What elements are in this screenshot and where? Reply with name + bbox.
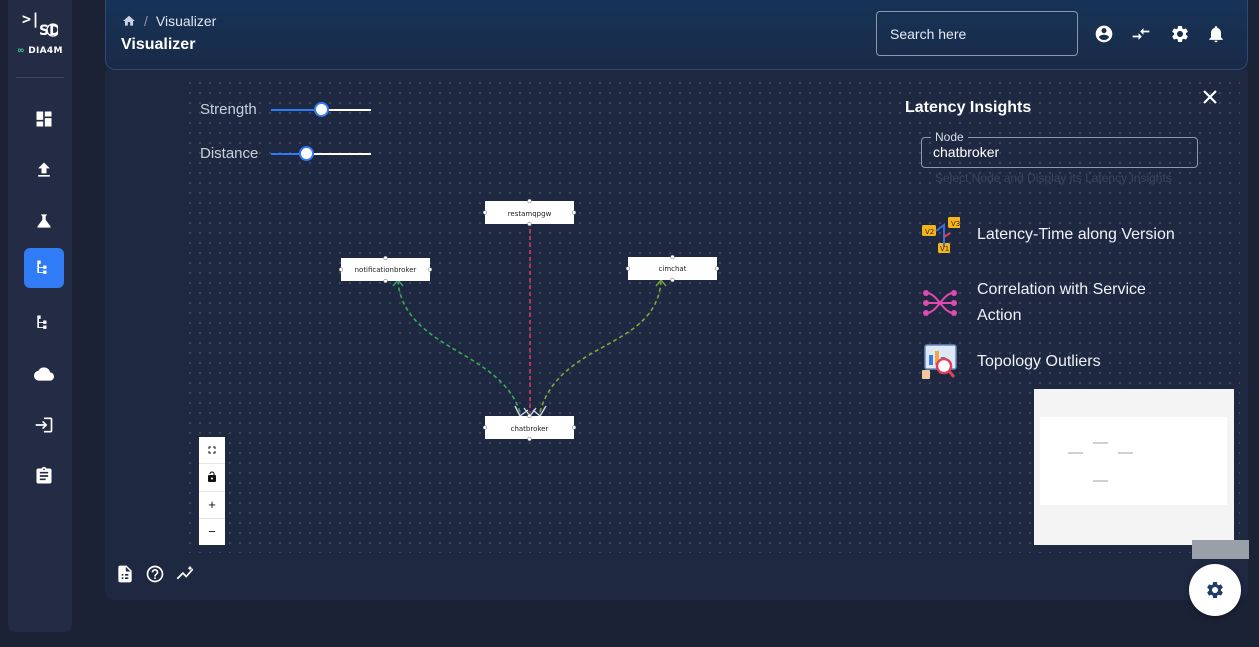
sidebar-item-cloud[interactable] (24, 354, 64, 394)
strength-slider-thumb[interactable] (314, 101, 329, 117)
latency-version-item[interactable]: V2 V3 V1 Latency-Time along Version (920, 215, 1177, 255)
fullscreen-icon (208, 446, 216, 454)
distance-label: Distance (200, 145, 259, 162)
top-header: / Visualizer Visualizer (105, 0, 1248, 70)
distance-slider[interactable] (271, 145, 371, 161)
node-input[interactable] (933, 144, 1183, 160)
sidebar-item-dashboard[interactable] (24, 99, 64, 139)
clipboard-icon (36, 466, 52, 484)
graph-node-notificationbroker[interactable]: notificationbroker (341, 258, 430, 281)
sidebar-item-login[interactable] (24, 405, 64, 445)
correlation-icon (923, 290, 957, 316)
cloud-icon (34, 367, 54, 381)
minimap-node (1093, 442, 1108, 444)
account-icon (1095, 25, 1113, 43)
node-label: cimchat (659, 265, 687, 273)
zoom-in-button[interactable]: + (199, 492, 225, 519)
compare-icon (1132, 28, 1150, 40)
visualizer-panel: Strength Distance restamqpgw notificatio… (105, 70, 1249, 600)
graph-node-restamqpgw[interactable]: restamqpgw (485, 201, 574, 224)
document-icon (118, 565, 132, 583)
breadcrumb-current[interactable]: Visualizer (156, 13, 216, 29)
graph-node-cimchat[interactable]: cimchat (628, 257, 717, 280)
sidebar-item-experiments[interactable] (24, 201, 64, 241)
login-icon (35, 417, 53, 433)
brand-name: ∞ DIA4M (17, 46, 63, 56)
flask-icon (37, 214, 51, 228)
zoom-controls: + − (199, 437, 225, 545)
correlation-item[interactable]: Correlation with Service Action (920, 277, 1177, 329)
breadcrumb: / Visualizer (122, 13, 216, 29)
node-helper-text: Select Node and Display its Latency Insi… (935, 171, 1172, 185)
distance-control: Distance (200, 145, 371, 162)
svg-text:V2: V2 (925, 228, 934, 236)
outlier-analysis-icon (922, 344, 957, 379)
sidebar-item-upload[interactable] (24, 150, 64, 190)
minimap-node (1068, 452, 1083, 454)
sidebar-item-visualizer[interactable] (24, 248, 64, 288)
minimap-resize-handle[interactable] (1192, 540, 1249, 559)
svg-text:V1: V1 (940, 245, 949, 253)
graph-node-chatbroker[interactable]: chatbroker (485, 416, 574, 439)
lock-icon (208, 471, 216, 483)
account-button[interactable] (1094, 24, 1114, 44)
app-logo: SD ∞ DIA4M (14, 18, 66, 64)
notifications-button[interactable] (1206, 24, 1226, 44)
distance-slider-thumb[interactable] (299, 145, 314, 161)
help-button[interactable] (145, 564, 165, 584)
dashboard-icon (36, 111, 52, 127)
fullscreen-button[interactable] (199, 437, 225, 465)
node-select-field[interactable]: Node (921, 130, 1198, 168)
insights-title: Latency Insights (905, 99, 1032, 116)
logo-mark-icon: SD (39, 23, 58, 39)
upload-icon (38, 162, 50, 177)
settings-fab[interactable] (1189, 564, 1241, 616)
sidebar-item-reports[interactable] (24, 456, 64, 496)
node-field-label: Node (931, 130, 968, 144)
topology-outliers-label: Topology Outliers (977, 353, 1101, 370)
lock-button[interactable] (199, 464, 225, 492)
node-label: restamqpgw (508, 210, 552, 218)
version-timeline-icon: V2 V3 V1 (922, 217, 960, 253)
minimap-node (1118, 452, 1133, 454)
close-icon (1203, 90, 1217, 104)
settings-icon (1207, 582, 1223, 598)
close-insights-button[interactable] (1200, 87, 1220, 107)
node-label: chatbroker (511, 425, 549, 433)
breadcrumb-separator: / (144, 13, 148, 29)
page-title: Visualizer (121, 36, 196, 53)
hierarchy-icon (37, 315, 47, 329)
notifications-icon (1209, 26, 1223, 43)
node-label: notificationbroker (355, 266, 417, 274)
strength-label: Strength (200, 101, 257, 118)
zoom-out-button[interactable]: − (199, 519, 225, 545)
correlation-label: Correlation with Service Action (977, 281, 1146, 324)
sidebar-divider (16, 77, 64, 78)
footer-toolbar (115, 564, 195, 584)
trend-button[interactable] (175, 564, 195, 584)
trend-icon (176, 565, 194, 580)
settings-button[interactable] (1170, 24, 1190, 44)
topology-icon (37, 260, 47, 274)
document-button[interactable] (115, 564, 135, 584)
minimap[interactable] (1034, 389, 1234, 545)
settings-icon (1172, 25, 1188, 42)
search-input[interactable] (876, 11, 1078, 56)
topology-outliers-item[interactable]: Topology Outliers (920, 342, 1177, 382)
home-icon[interactable] (122, 14, 136, 28)
minimap-node (1093, 480, 1108, 482)
svg-text:V3: V3 (951, 220, 960, 228)
strength-control: Strength (200, 101, 371, 118)
strength-slider[interactable] (271, 101, 371, 117)
help-icon (146, 565, 164, 583)
sidebar: >| SD ∞ DIA4M (8, 0, 72, 632)
minimap-viewport[interactable] (1040, 417, 1227, 505)
latency-version-label: Latency-Time along Version (977, 226, 1175, 243)
sidebar-item-hierarchy[interactable] (24, 303, 64, 343)
compare-button[interactable] (1131, 24, 1151, 44)
